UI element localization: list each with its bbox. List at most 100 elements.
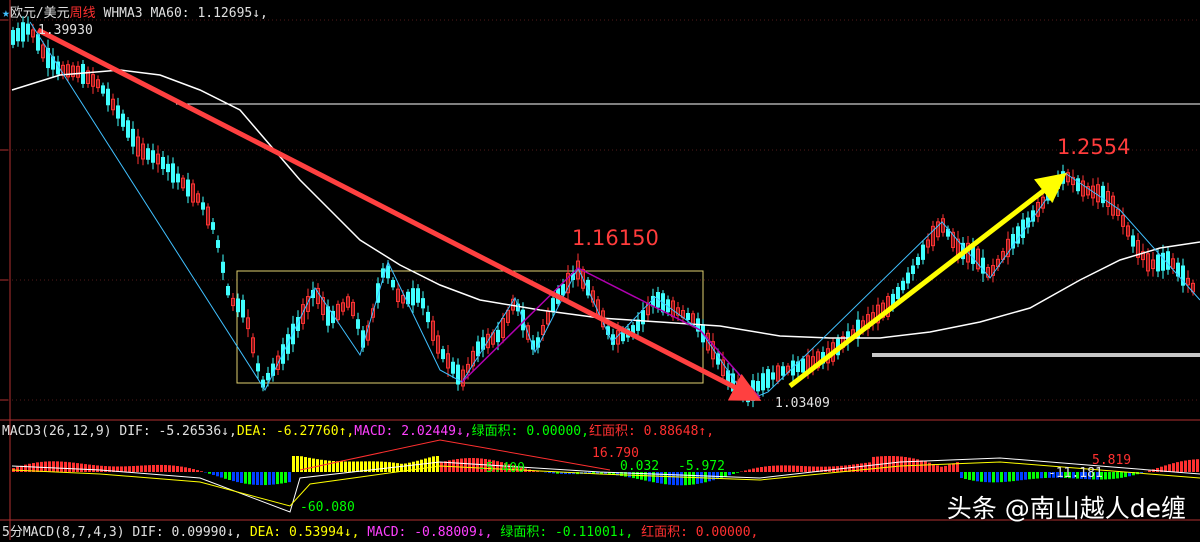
macd-histogram-bar — [960, 472, 963, 478]
macd2-dea-value: 0.53994↓, — [289, 525, 359, 540]
candle-body — [172, 164, 175, 182]
macd-value-4: 0.032 — [620, 459, 659, 474]
right-peak-annotation: 1.2554 — [1057, 135, 1130, 159]
macd-histogram-bar — [440, 462, 443, 472]
candle-body — [237, 299, 240, 312]
macd-histogram-bar — [920, 460, 923, 472]
macd-histogram-bar — [728, 472, 731, 475]
macd-histogram-bar — [964, 472, 967, 479]
candle-body — [152, 151, 155, 163]
macd-histogram-bar — [100, 466, 103, 472]
candle-body — [762, 374, 765, 390]
macd-histogram-bar — [1168, 464, 1171, 472]
macd-histogram-bar — [424, 459, 427, 472]
macd-histogram-bar — [472, 458, 475, 472]
macd-histogram-bar — [152, 465, 155, 472]
macd-histogram-bar — [1036, 472, 1039, 479]
macd-histogram-bar — [984, 472, 987, 482]
macd-histogram-bar — [1028, 472, 1031, 479]
pair-name: 欧元/美元 — [10, 6, 70, 21]
macd-histogram-bar — [548, 472, 551, 473]
macd-histogram-bar — [248, 472, 251, 484]
candle-body — [637, 320, 640, 330]
macd-histogram-bar — [232, 472, 235, 481]
macd-histogram-bar — [672, 472, 675, 485]
macd-histogram-bar — [288, 472, 291, 482]
macd-histogram-bar — [668, 472, 671, 485]
macd-histogram-bar — [88, 465, 91, 472]
candle-body — [1162, 253, 1165, 270]
macd-histogram-bar — [192, 469, 195, 472]
macd-histogram-bar — [60, 462, 63, 472]
macd-histogram-bar — [256, 472, 259, 485]
candle-body — [802, 359, 805, 372]
candle-body — [217, 241, 220, 248]
macd-histogram-bar — [396, 463, 399, 472]
macd-histogram-bar — [1184, 461, 1187, 472]
macd-histogram-bar — [864, 463, 867, 472]
macd-histogram-bar — [312, 459, 315, 472]
macd-histogram-bar — [776, 465, 779, 472]
macd-histogram-bar — [788, 465, 791, 472]
macd-histogram-bar — [1000, 472, 1003, 482]
macd2-green-value: -0.11001↓, — [555, 525, 633, 540]
macd-histogram-bar — [168, 465, 171, 472]
candle-body — [122, 114, 125, 126]
macd-histogram-bar — [328, 461, 331, 472]
macd-histogram-bar — [160, 465, 163, 472]
macd-histogram-bar — [936, 465, 939, 472]
candle-body — [457, 365, 460, 384]
macd-histogram-bar — [260, 472, 263, 485]
macd-histogram-bar — [1124, 472, 1127, 477]
macd-histogram-bar — [1196, 459, 1199, 472]
candle-body — [222, 262, 225, 272]
macd-histogram-bar — [236, 472, 239, 482]
macd-dif-label: DIF: — [119, 424, 150, 439]
macd-histogram-bar — [104, 466, 107, 472]
macd-value-1: -60.080 — [300, 500, 355, 515]
candle-body — [257, 364, 260, 371]
macd-histogram-bar — [796, 466, 799, 472]
macd-histogram-bar — [736, 472, 739, 473]
candle-body — [202, 203, 205, 209]
macd-histogram-bar — [224, 472, 227, 479]
macd-histogram-bar — [428, 457, 431, 472]
candle-body — [187, 180, 190, 196]
macd-histogram-bar — [908, 458, 911, 472]
macd-histogram-bar — [804, 466, 807, 472]
candle-body — [107, 89, 110, 105]
macd-histogram-bar — [200, 471, 203, 472]
macd-histogram-bar — [748, 469, 751, 472]
macd-histogram-bar — [388, 462, 391, 472]
macd-histogram-bar — [968, 472, 971, 480]
macd-histogram-bar — [468, 458, 471, 472]
candle-body — [422, 299, 425, 308]
candle-body — [1102, 186, 1105, 202]
macd-histogram-bar — [336, 461, 339, 472]
macd-histogram-bar — [432, 456, 435, 472]
candle-body — [452, 362, 455, 373]
candle-body — [267, 373, 270, 379]
ma-value: 1.12695↓, — [197, 6, 267, 21]
macd-histogram-bar — [1012, 472, 1015, 481]
macd-histogram-bar — [172, 466, 175, 472]
candle-body — [167, 164, 170, 171]
macd-histogram-bar — [1044, 472, 1047, 478]
macd-histogram-bar — [464, 458, 467, 472]
candle-body — [177, 174, 180, 182]
candle-body — [117, 106, 120, 118]
macd-histogram-bar — [412, 462, 415, 472]
macd-histogram-bar — [1188, 460, 1191, 472]
macd-histogram-bar — [1116, 472, 1119, 478]
macd-histogram-bar — [1192, 459, 1195, 472]
macd-histogram-bar — [212, 472, 215, 475]
candle-body — [1167, 252, 1170, 270]
macd-histogram-bar — [308, 458, 311, 472]
macd-dea-value: -6.27760↑, — [276, 424, 354, 439]
period-label: 周线 — [70, 6, 96, 21]
macd-histogram-bar — [812, 466, 815, 472]
macd-histogram-bar — [772, 466, 775, 472]
macd-histogram-bar — [284, 472, 287, 483]
candle-body — [132, 129, 135, 146]
macd-histogram-bar — [1180, 461, 1183, 472]
